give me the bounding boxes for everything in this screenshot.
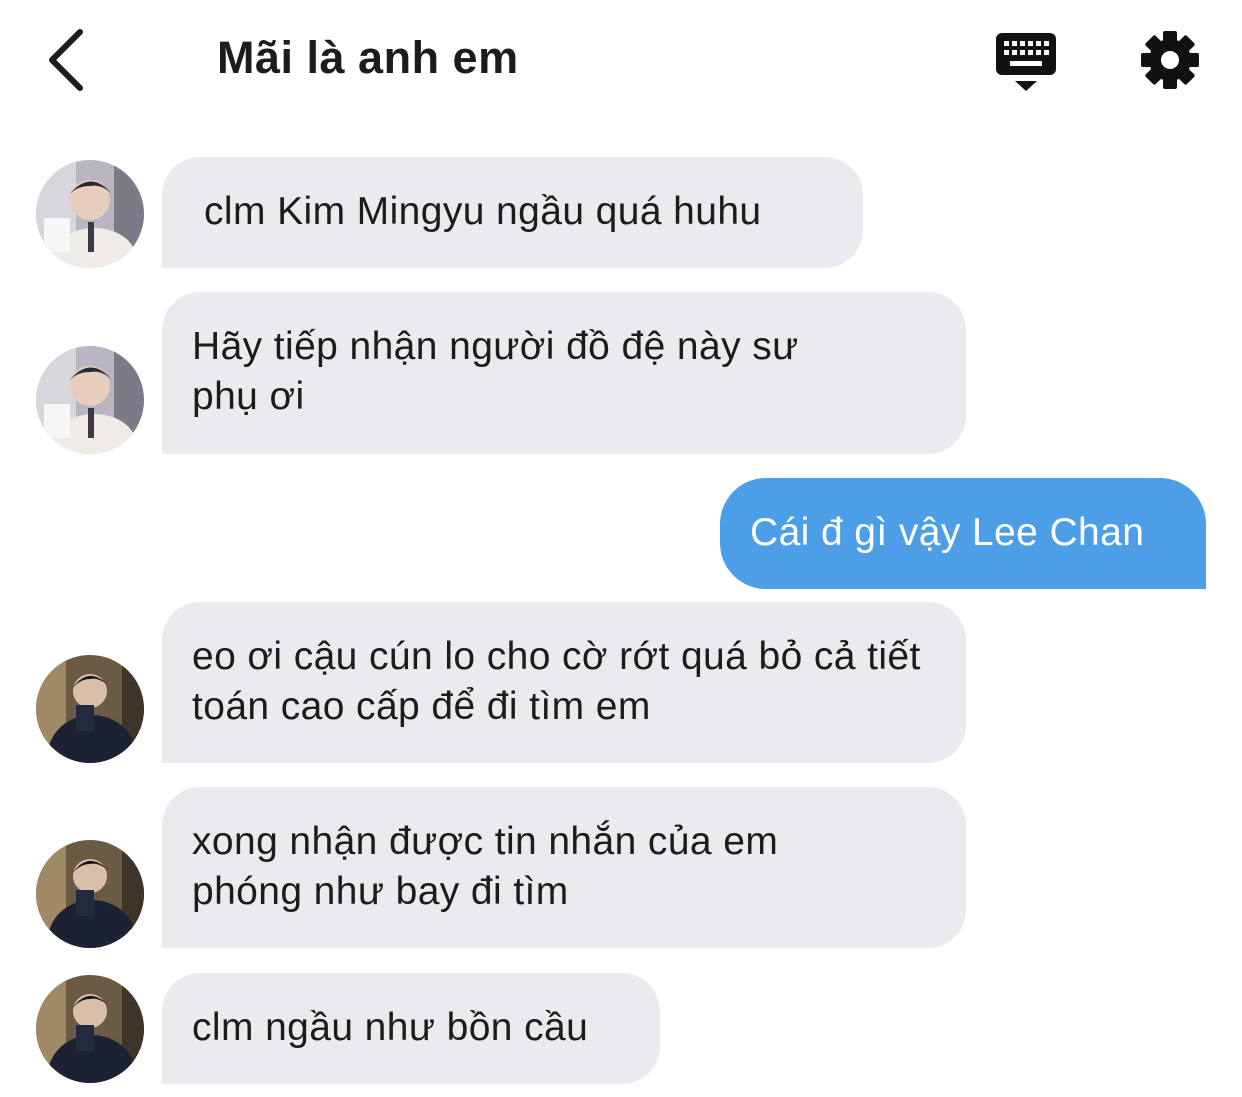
avatar[interactable]: [36, 975, 144, 1083]
message-text: clm Kim Mingyu ngầu quá huhu: [204, 190, 762, 233]
avatar-light: [36, 160, 144, 268]
keyboard-button[interactable]: [993, 30, 1059, 94]
chevron-left-icon: [49, 29, 83, 91]
message-bubble-incoming: xong nhận được tin nhắn của em phóng như…: [162, 787, 966, 948]
message-bubble-incoming: clm ngầu như bồn cầu: [162, 973, 660, 1084]
message-bubble-incoming: Hãy tiếp nhận người đồ đệ này sư phụ ơi: [162, 292, 966, 454]
message-bubble-outgoing: Cái đ gì vậy Lee Chan: [720, 478, 1206, 589]
message-bubble-incoming: clm Kim Mingyu ngầu quá huhu: [162, 157, 863, 268]
avatar-dark: [36, 655, 144, 763]
avatar[interactable]: [36, 160, 144, 268]
message-text: Hãy tiếp nhận người đồ đệ này sư phụ ơi: [192, 325, 799, 418]
message-text: xong nhận được tin nhắn của em phóng như…: [192, 820, 779, 913]
message-bubble-incoming: eo ơi cậu cún lo cho cờ rớt quá bỏ cả ti…: [162, 602, 966, 763]
keyboard-icon: [996, 33, 1056, 91]
gear-icon: [1141, 31, 1199, 89]
avatar-dark: [36, 840, 144, 948]
avatar-light: [36, 346, 144, 454]
message-text: clm ngầu như bồn cầu: [192, 1006, 589, 1049]
message-text: Cái đ gì vậy Lee Chan: [750, 511, 1145, 554]
avatar[interactable]: [36, 655, 144, 763]
back-button[interactable]: [40, 26, 96, 94]
chat-title: Mãi là anh em: [217, 32, 519, 83]
avatar-dark: [36, 975, 144, 1083]
chat-header: Mãi là anh em: [0, 0, 1242, 120]
avatar[interactable]: [36, 840, 144, 948]
message-text: eo ơi cậu cún lo cho cờ rớt quá bỏ cả ti…: [192, 635, 921, 728]
settings-button[interactable]: [1138, 28, 1202, 92]
avatar[interactable]: [36, 346, 144, 454]
